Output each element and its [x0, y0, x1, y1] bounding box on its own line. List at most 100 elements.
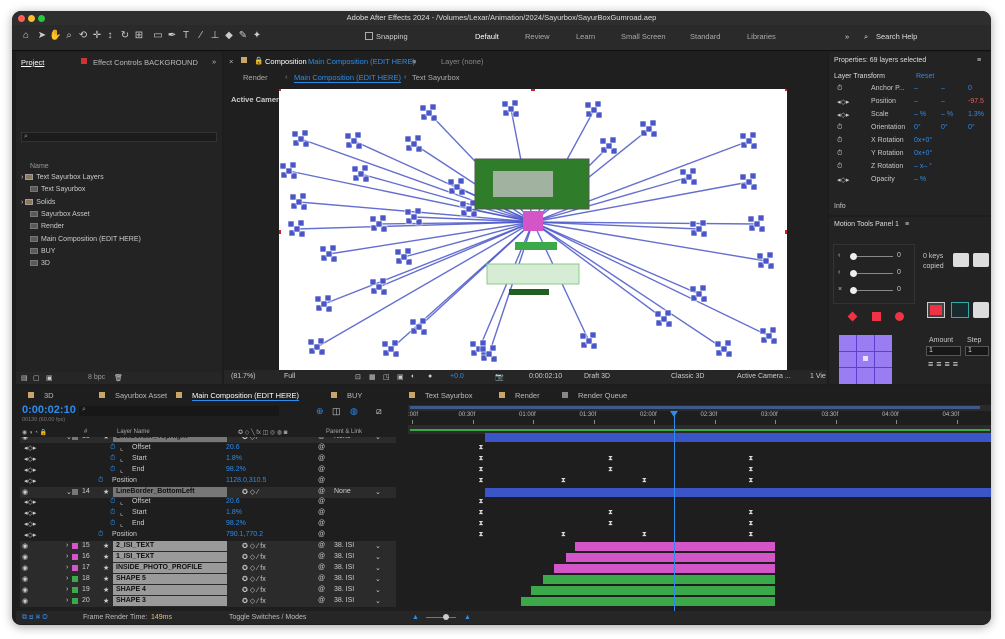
- composition-viewer[interactable]: [279, 89, 787, 376]
- project-item[interactable]: › Solids: [21, 199, 55, 206]
- breadcrumb-text-sayurbox[interactable]: Text Sayurbox: [412, 73, 460, 82]
- layer-name-box[interactable]: 1_ISI_TEXT: [113, 551, 227, 562]
- chevron-down-icon[interactable]: ⌄: [375, 597, 381, 605]
- project-search-input[interactable]: ⌕: [21, 132, 217, 142]
- stopwatch-icon[interactable]: ⏱: [837, 85, 842, 93]
- zoom-out-icon[interactable]: ▲: [412, 614, 419, 621]
- interpret-footage-icon[interactable]: ▤: [21, 374, 28, 382]
- property-row[interactable]: ◂◇▸ ⏱ ⌞ Offset 20.6 @: [20, 443, 396, 454]
- slider-track[interactable]: [851, 256, 893, 257]
- keyframe-icon[interactable]: ⧗: [642, 531, 647, 538]
- layer-name-header[interactable]: Layer Name: [117, 429, 150, 435]
- keyframe-icon[interactable]: ⧗: [479, 531, 484, 538]
- expand-panel-icon[interactable]: »: [212, 57, 216, 66]
- parent-select[interactable]: None: [334, 488, 351, 495]
- parent-select[interactable]: 38. ISI: [334, 553, 354, 560]
- time-ruler[interactable]: :00f 00:30f 01:00f 01:30f 02:00f 02:30f 03:00f…: [408, 411, 991, 424]
- copy-keys-button[interactable]: [953, 253, 969, 267]
- tab-layer[interactable]: Layer (none): [441, 57, 484, 66]
- timeline-graph[interactable]: :00f 00:30f 01:00f 01:30f 02:00f 02:30f 03:00f…: [408, 401, 991, 611]
- timeline-track[interactable]: [408, 432, 991, 443]
- timeline-tab[interactable]: Text Sayurbox: [425, 391, 473, 400]
- slider-track[interactable]: [851, 290, 893, 291]
- timeline-tab[interactable]: Main Composition (EDIT HERE): [192, 391, 299, 401]
- expression-pick-whip-icon[interactable]: @: [318, 520, 325, 527]
- exposure-value[interactable]: +0.0: [450, 373, 464, 380]
- property-value[interactable]: 20.6: [226, 498, 240, 505]
- view-select[interactable]: Active Camera ...: [737, 373, 791, 380]
- keyframe-nav-icon[interactable]: ◂◇▸: [837, 176, 849, 184]
- keyframe-nav-icon[interactable]: ◂◇▸: [24, 498, 36, 506]
- timeline-track[interactable]: ⧗ ⧗ ⧗: [408, 454, 991, 465]
- transparency-grid-icon[interactable]: ▦: [369, 373, 376, 381]
- expression-pick-whip-icon[interactable]: @: [318, 531, 325, 538]
- amount-input[interactable]: 1: [926, 346, 961, 356]
- bit-depth[interactable]: 8 bpc: [88, 374, 105, 381]
- visibility-eye-icon[interactable]: ◉: [22, 542, 28, 550]
- stopwatch-icon[interactable]: ⏱: [837, 137, 842, 145]
- expand-arrow-icon[interactable]: ⌄: [66, 437, 72, 441]
- property-value[interactable]: 0°: [941, 124, 948, 131]
- stopwatch-icon[interactable]: ⏱: [837, 150, 842, 158]
- layer-switches[interactable]: ✪ ◇ ∕ fx: [242, 542, 266, 550]
- timeline-track[interactable]: [408, 552, 991, 563]
- expand-arrow-icon[interactable]: ⌄: [66, 488, 72, 496]
- keyframe-icon[interactable]: ⧗: [748, 509, 753, 516]
- label-color-icon[interactable]: [72, 597, 78, 604]
- visibility-eye-icon[interactable]: ◉: [22, 586, 28, 594]
- timeline-tab[interactable]: Render Queue: [578, 391, 627, 400]
- keyframe-nav-icon[interactable]: ◂◇▸: [24, 455, 36, 463]
- workspace-learn[interactable]: Learn: [576, 32, 595, 41]
- pick-whip-icon[interactable]: @: [318, 553, 325, 560]
- draft-3d-toggle[interactable]: Draft 3D: [584, 373, 610, 380]
- keyframe-icon[interactable]: ⧗: [608, 509, 613, 516]
- visibility-eye-icon[interactable]: ◉: [22, 575, 28, 583]
- stopwatch-icon[interactable]: ⏱: [98, 531, 103, 539]
- graph-icon[interactable]: ⌞: [120, 466, 123, 474]
- search-icon[interactable]: ⌕: [864, 32, 868, 42]
- label-color-icon[interactable]: [72, 586, 78, 593]
- parent-select[interactable]: 38. ISI: [334, 564, 354, 571]
- current-time-display[interactable]: 0:00:02:10: [529, 373, 562, 380]
- stopwatch-icon[interactable]: ⏱: [110, 455, 115, 463]
- paste-keys-button[interactable]: [973, 253, 989, 267]
- workspace-small-screen[interactable]: Small Screen: [621, 32, 666, 41]
- expand-arrow-icon[interactable]: ›: [66, 597, 68, 604]
- layer-switches[interactable]: ✪ ◇ ∕ fx: [242, 597, 266, 605]
- visibility-eye-icon[interactable]: ◉: [22, 488, 28, 496]
- center-anchor-icon[interactable]: [863, 356, 868, 361]
- pick-whip-icon[interactable]: @: [318, 542, 325, 549]
- chevron-down-icon[interactable]: ⌄: [375, 542, 381, 550]
- breadcrumb-main[interactable]: Main Composition (EDIT HERE): [294, 73, 401, 83]
- expression-pick-whip-icon[interactable]: @: [318, 498, 325, 505]
- property-row[interactable]: ◂◇▸ ⏱ Position 790.1,770.2 @: [20, 530, 396, 541]
- timeline-tab[interactable]: 3D: [44, 391, 54, 400]
- pick-whip-icon[interactable]: @: [318, 575, 325, 582]
- square-shape-icon[interactable]: [872, 312, 881, 321]
- slider-handle[interactable]: [850, 253, 857, 260]
- keyframe-icon[interactable]: ⧗: [642, 477, 647, 484]
- tab-effect-controls[interactable]: Effect Controls BACKGROUND: [93, 58, 198, 67]
- renderer-select[interactable]: Classic 3D: [671, 373, 704, 380]
- slider-handle[interactable]: [850, 270, 857, 277]
- project-item[interactable]: Text Sayurbox: [30, 186, 85, 193]
- resolution-select[interactable]: Full: [284, 373, 295, 380]
- expand-arrow-icon[interactable]: ›: [66, 564, 68, 571]
- workspace-default[interactable]: Default: [475, 32, 499, 41]
- expand-arrow-icon[interactable]: ›: [66, 575, 68, 582]
- eraser-tool-icon[interactable]: ◆: [223, 30, 235, 42]
- zoom-level[interactable]: (81.7%): [231, 373, 256, 380]
- snapshot-icon[interactable]: 📷: [495, 373, 504, 381]
- stopwatch-icon[interactable]: ⏱: [837, 124, 842, 132]
- fill-shape-button[interactable]: [927, 302, 945, 318]
- timeline-track[interactable]: ⧗ ⧗ ⧗: [408, 465, 991, 476]
- close-window-button[interactable]: [18, 15, 25, 22]
- property-value[interactable]: – %: [914, 111, 926, 118]
- keyframe-nav-icon[interactable]: ◂◇▸: [24, 444, 36, 452]
- shape-settings-button[interactable]: [973, 302, 989, 318]
- layer-switches[interactable]: ✪ ◇ ∕: [242, 488, 258, 496]
- timeline-current-time[interactable]: 0:00:02:10: [22, 404, 76, 416]
- slider-handle[interactable]: [850, 287, 857, 294]
- timeline-track[interactable]: ⧗ ⧗ ⧗: [408, 519, 991, 530]
- chevron-down-icon[interactable]: ⌄: [375, 564, 381, 572]
